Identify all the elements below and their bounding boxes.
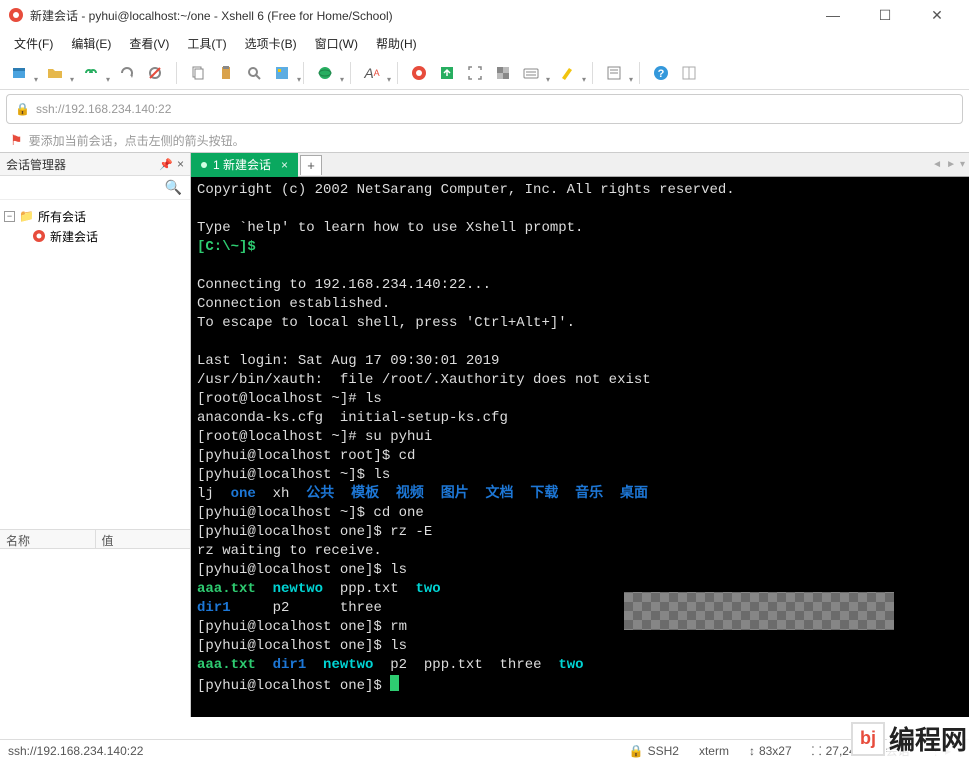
menu-window[interactable]: 窗口(W) <box>309 32 364 55</box>
tab-close-icon[interactable]: × <box>281 158 288 172</box>
menu-tabs[interactable]: 选项卡(B) <box>239 32 303 55</box>
open-folder-icon[interactable] <box>42 60 68 86</box>
script-icon[interactable] <box>601 60 627 86</box>
minimize-button[interactable]: — <box>819 5 847 25</box>
globe-icon[interactable] <box>312 60 338 86</box>
search-icon: 🔍 <box>165 179 182 196</box>
watermark-icon: bj <box>851 722 885 756</box>
close-button[interactable]: ✕ <box>923 5 951 25</box>
menu-help[interactable]: 帮助(H) <box>370 32 423 55</box>
new-session-icon[interactable] <box>6 60 32 86</box>
menu-edit[interactable]: 编辑(E) <box>65 32 117 55</box>
tip-text: 要添加当前会话，点击左侧的箭头按钮。 <box>29 132 245 149</box>
search-icon[interactable] <box>241 60 267 86</box>
tree-root-label: 所有会话 <box>38 208 86 225</box>
reconnect-icon[interactable] <box>114 60 140 86</box>
link-icon[interactable] <box>78 60 104 86</box>
folder-icon: 📁 <box>19 209 34 223</box>
sidebar-header: 会话管理器 📌 × <box>0 153 190 176</box>
tab-strip: 1 新建会话 × + ◄ ► ▾ <box>191 153 969 177</box>
xftp-icon[interactable] <box>434 60 460 86</box>
sidebar-search[interactable]: 🔍 <box>0 176 190 200</box>
property-list <box>0 549 190 717</box>
menu-file[interactable]: 文件(F) <box>8 32 59 55</box>
terminal-panel: 1 新建会话 × + ◄ ► ▾ Copyright (c) 2002 NetS… <box>191 153 969 717</box>
tip-bar: ⚑ 要添加当前会话，点击左侧的箭头按钮。 <box>0 128 969 152</box>
menubar: 文件(F) 编辑(E) 查看(V) 工具(T) 选项卡(B) 窗口(W) 帮助(… <box>0 30 969 56</box>
session-icon <box>32 229 46 243</box>
copy-icon[interactable] <box>185 60 211 86</box>
col-value[interactable]: 值 <box>96 530 191 548</box>
app-icon <box>8 7 24 23</box>
tree-root[interactable]: − 📁 所有会话 <box>4 206 186 226</box>
lock-icon: 🔒 <box>15 102 30 116</box>
collapse-icon[interactable]: − <box>4 211 15 222</box>
menu-view[interactable]: 查看(V) <box>123 32 175 55</box>
tab-next-icon[interactable]: ► <box>946 159 956 170</box>
session-manager: 会话管理器 📌 × 🔍 − 📁 所有会话 新建会话 名称 值 <box>0 153 191 717</box>
tab-status-icon <box>201 162 207 168</box>
status-size: ↕ 83x27 <box>749 744 792 758</box>
toolbar: AA ? <box>0 56 969 90</box>
status-term: xterm <box>699 744 729 758</box>
properties-icon[interactable] <box>269 60 295 86</box>
lock-icon: 🔒 <box>629 744 644 758</box>
svg-text:?: ? <box>658 68 665 80</box>
tab-nav: ◄ ► ▾ <box>932 159 965 170</box>
tab-menu-icon[interactable]: ▾ <box>960 159 965 170</box>
terminal[interactable]: Copyright (c) 2002 NetSarang Computer, I… <box>191 177 969 717</box>
status-pos: ⸬ 27,24 <box>812 742 856 759</box>
tree-child-label: 新建会话 <box>50 228 98 245</box>
titlebar: 新建会话 - pyhui@localhost:~/one - Xshell 6 … <box>0 0 969 30</box>
cursor <box>390 675 399 691</box>
window-controls: — ☐ ✕ <box>819 5 951 25</box>
paste-icon[interactable] <box>213 60 239 86</box>
tab-session-1[interactable]: 1 新建会话 × <box>191 153 298 177</box>
transparency-icon[interactable] <box>490 60 516 86</box>
status-address: ssh://192.168.234.140:22 <box>8 744 143 758</box>
watermark-text: 编程网 <box>887 720 969 757</box>
pin-icon[interactable]: 📌 <box>159 158 173 171</box>
status-bar: ssh://192.168.234.140:22 🔒SSH2 xterm ↕ 8… <box>0 739 969 761</box>
tab-label: 1 新建会话 <box>213 156 271 173</box>
maximize-button[interactable]: ☐ <box>871 5 899 25</box>
fullscreen-icon[interactable] <box>462 60 488 86</box>
highlight-icon[interactable] <box>554 60 580 86</box>
font-icon[interactable]: AA <box>359 60 385 86</box>
sidebar-title: 会话管理器 <box>6 156 159 173</box>
tab-prev-icon[interactable]: ◄ <box>932 159 942 170</box>
keyboard-icon[interactable] <box>518 60 544 86</box>
help-icon[interactable]: ? <box>648 60 674 86</box>
redacted-area <box>624 592 894 630</box>
sidebar-close-icon[interactable]: × <box>177 157 184 171</box>
property-header: 名称 值 <box>0 529 190 549</box>
disconnect-icon[interactable] <box>142 60 168 86</box>
tab-add-button[interactable]: + <box>300 155 322 175</box>
xshell-icon[interactable] <box>406 60 432 86</box>
window-title: 新建会话 - pyhui@localhost:~/one - Xshell 6 … <box>30 7 819 24</box>
address-text: ssh://192.168.234.140:22 <box>36 102 171 116</box>
watermark: bj 编程网 <box>851 720 969 757</box>
tree-child[interactable]: 新建会话 <box>4 226 186 246</box>
flag-icon: ⚑ <box>10 132 23 149</box>
menu-tools[interactable]: 工具(T) <box>181 32 232 55</box>
address-bar[interactable]: 🔒 ssh://192.168.234.140:22 <box>6 94 963 124</box>
main-area: 会话管理器 📌 × 🔍 − 📁 所有会话 新建会话 名称 值 <box>0 152 969 717</box>
col-name[interactable]: 名称 <box>0 530 96 548</box>
session-tree: − 📁 所有会话 新建会话 <box>0 200 190 529</box>
status-ssh: 🔒SSH2 <box>629 744 679 758</box>
layout-icon[interactable] <box>676 60 702 86</box>
